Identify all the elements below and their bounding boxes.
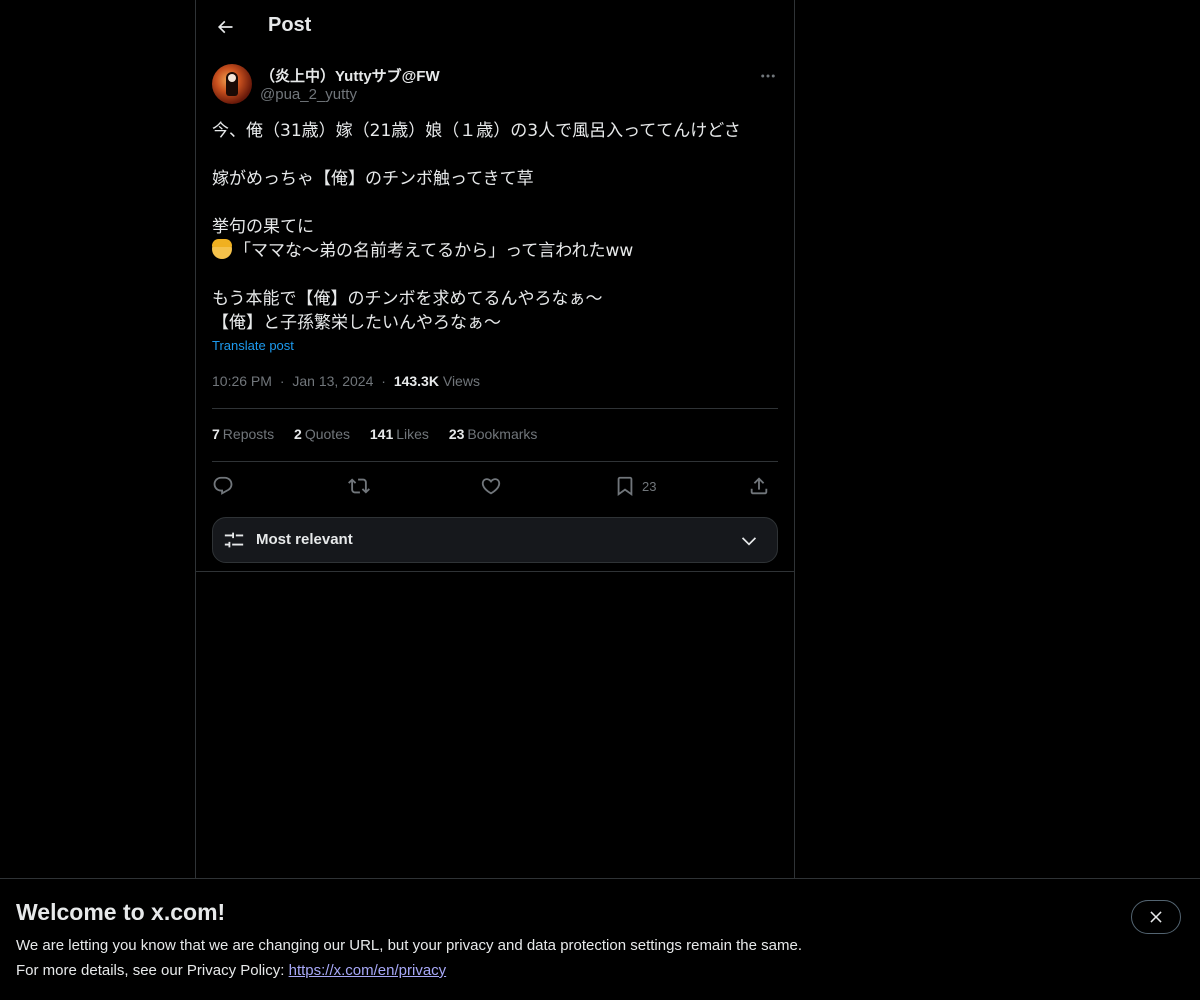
share-button[interactable] <box>748 470 770 502</box>
page-title: Post <box>268 14 312 36</box>
like-button[interactable] <box>480 470 502 502</box>
views-count: 143.3K <box>393 373 439 389</box>
views-label: Views <box>442 373 480 389</box>
heart-icon <box>481 478 501 495</box>
sort-label: Most relevant <box>256 531 353 548</box>
tweet-meta: 10:26 PM · Jan 13, 2024 · 143.3K Views <box>212 373 480 389</box>
avatar-face <box>228 74 236 82</box>
meta-separator: · <box>279 373 285 389</box>
reply-icon <box>213 476 233 495</box>
tweet-line: 【俺】と子孫繁栄したいんやろなぁ〜 <box>212 313 501 333</box>
likes-stat[interactable]: 141 Likes <box>370 426 429 442</box>
divider <box>212 408 778 409</box>
banner-privacy-line: For more details, see our Privacy Policy… <box>16 962 446 979</box>
banner-privacy-prefix: For more details, see our Privacy Policy… <box>16 962 285 979</box>
bookmark-icon <box>617 476 633 497</box>
more-horizontal-icon <box>761 74 775 78</box>
meta-separator: · <box>381 373 386 389</box>
tweet-time[interactable]: 10:26 PM <box>212 373 272 389</box>
close-icon <box>1150 911 1162 923</box>
back-button[interactable] <box>208 10 242 44</box>
banner-message: We are letting you know that we are chan… <box>16 937 802 954</box>
reply-button[interactable] <box>212 470 234 502</box>
author-display-name[interactable]: （炎上中）Yuttyサブ@FW <box>260 65 440 86</box>
tweet-text: 今、俺（31歳）嫁（21歳）娘（１歳）の3人で風呂入っててんけどさ 嫁がめっちゃ… <box>212 119 778 335</box>
tweet-line: もう本能で【俺】のチンボを求めてるんやろなぁ〜 <box>212 289 603 309</box>
post-column: Post （炎上中）Yuttyサブ@FW @pua_2_yutty 今、俺（31… <box>195 0 795 878</box>
share-icon <box>750 477 768 495</box>
bookmark-button[interactable]: 23 <box>614 470 656 502</box>
bookmark-count: 23 <box>642 478 657 494</box>
tweet-line: 「ママな〜弟の名前考えてるから」って言われたww <box>234 241 634 261</box>
woman-emoji-icon <box>212 239 232 259</box>
chevron-down-icon <box>741 537 757 546</box>
welcome-banner: Welcome to x.com! We are letting you kno… <box>0 878 1200 1000</box>
quotes-stat[interactable]: 2 Quotes <box>294 426 350 442</box>
tweet-line: 嫁がめっちゃ【俺】のチンボ触ってきて草 <box>212 169 534 189</box>
divider <box>196 571 794 572</box>
privacy-policy-link[interactable]: https://x.com/en/privacy <box>289 962 447 979</box>
page-header: Post <box>196 0 794 54</box>
tweet-date[interactable]: Jan 13, 2024 <box>292 373 373 389</box>
banner-title: Welcome to x.com! <box>16 899 226 925</box>
reply-sort-dropdown[interactable]: Most relevant <box>212 517 778 563</box>
tweet-line: 今、俺（31歳）嫁（21歳）娘（１歳）の3人で風呂入っててんけどさ <box>212 121 741 141</box>
author-handle[interactable]: @pua_2_yutty <box>260 86 357 103</box>
sliders-icon <box>224 532 244 548</box>
reposts-stat[interactable]: 7 Reposts <box>212 426 274 442</box>
engagement-stats: 7 Reposts 2 Quotes 141 Likes 23 Bookmarks <box>212 426 553 442</box>
repost-button[interactable] <box>348 470 370 502</box>
bookmarks-stat[interactable]: 23 Bookmarks <box>449 426 538 442</box>
divider <box>212 461 778 462</box>
close-banner-button[interactable] <box>1131 900 1181 934</box>
more-options-button[interactable] <box>754 62 782 90</box>
action-bar: 23 <box>212 470 778 502</box>
tweet-line: 挙句の果てに <box>212 217 314 237</box>
translate-post-link[interactable]: Translate post <box>212 338 294 353</box>
avatar[interactable] <box>212 64 252 104</box>
arrow-left-icon <box>217 20 233 34</box>
repost-icon <box>348 478 370 494</box>
